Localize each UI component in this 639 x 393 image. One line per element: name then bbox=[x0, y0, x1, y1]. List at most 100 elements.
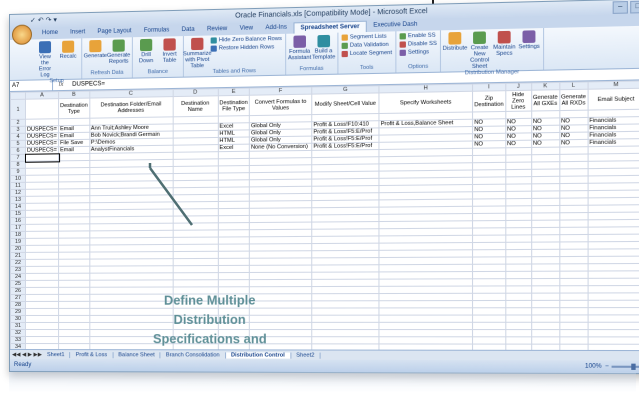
cell[interactable] bbox=[472, 322, 506, 330]
cell[interactable] bbox=[472, 278, 506, 287]
zoom-slider-knob[interactable] bbox=[631, 363, 637, 370]
cell[interactable] bbox=[531, 293, 560, 301]
maintain-specs-button[interactable]: Maintain Specs bbox=[493, 30, 516, 57]
cell[interactable] bbox=[25, 287, 59, 295]
generate-reports-button[interactable]: Generate Reports bbox=[107, 39, 130, 65]
cell[interactable] bbox=[587, 300, 639, 308]
zoom-out-icon[interactable]: − bbox=[605, 364, 609, 370]
cell[interactable] bbox=[472, 300, 506, 308]
sheet-tab-sheet1[interactable]: Sheet1 bbox=[42, 351, 71, 358]
cell[interactable] bbox=[379, 336, 473, 345]
cell[interactable] bbox=[587, 278, 639, 286]
header-cell[interactable]: Hide Zero Lines bbox=[505, 90, 532, 112]
cell[interactable] bbox=[531, 322, 560, 330]
cell[interactable] bbox=[505, 285, 532, 294]
row-header[interactable]: 25 bbox=[10, 280, 26, 288]
header-cell[interactable]: Destination File Type bbox=[217, 95, 250, 117]
cell[interactable] bbox=[559, 292, 588, 301]
cell[interactable] bbox=[531, 285, 560, 294]
tab-add-ins[interactable]: Add-Ins bbox=[259, 22, 293, 34]
header-cell[interactable]: Specify Worksheets bbox=[379, 91, 473, 114]
locate-segment-button[interactable]: Locate Segment bbox=[341, 50, 392, 58]
cell[interactable]: DUSPECS= bbox=[25, 139, 59, 148]
row-header[interactable]: 29 bbox=[10, 308, 26, 316]
cell[interactable] bbox=[559, 285, 588, 294]
cell[interactable] bbox=[559, 263, 588, 272]
minimize-icon[interactable]: – bbox=[612, 0, 628, 14]
cell[interactable] bbox=[531, 336, 560, 345]
cell[interactable] bbox=[472, 264, 506, 272]
header-cell[interactable]: Generate All GXEs bbox=[531, 89, 560, 112]
cell[interactable] bbox=[531, 314, 560, 323]
restore-hidden-rows-button[interactable]: Restore Hidden Rows bbox=[210, 44, 282, 52]
cell[interactable] bbox=[505, 256, 532, 265]
cell[interactable] bbox=[505, 300, 532, 308]
cell[interactable] bbox=[379, 307, 473, 316]
cell[interactable] bbox=[379, 329, 473, 337]
recalc-button[interactable]: Recalc bbox=[58, 40, 78, 60]
cell[interactable] bbox=[311, 315, 380, 323]
row-header[interactable]: 22 bbox=[10, 259, 26, 267]
sheet-tab-sheet2[interactable]: Sheet2 bbox=[291, 352, 321, 359]
cell[interactable] bbox=[531, 329, 560, 337]
tab-review[interactable]: Review bbox=[201, 24, 234, 36]
header-cell[interactable]: Destination Folder/Email Addresses bbox=[89, 96, 173, 119]
cell[interactable] bbox=[587, 314, 639, 323]
cell[interactable] bbox=[505, 322, 532, 330]
cell[interactable] bbox=[58, 294, 90, 302]
create-new-control-sheet-button[interactable]: Create New Control Sheet bbox=[469, 31, 490, 70]
cell[interactable] bbox=[25, 294, 59, 302]
generate-button[interactable]: Generate bbox=[84, 39, 107, 59]
cell[interactable] bbox=[559, 278, 588, 286]
disable-ss-button[interactable]: Disable SS bbox=[399, 41, 437, 48]
tab-view[interactable]: View bbox=[233, 23, 259, 35]
cell[interactable] bbox=[559, 336, 588, 345]
cell[interactable] bbox=[505, 293, 532, 301]
cell[interactable] bbox=[559, 307, 588, 315]
header-cell[interactable] bbox=[25, 98, 59, 120]
cell[interactable] bbox=[58, 287, 90, 295]
cell[interactable] bbox=[311, 307, 380, 316]
cell[interactable] bbox=[472, 271, 506, 279]
cell[interactable] bbox=[311, 329, 380, 337]
sheet-nav-arrows-icon[interactable]: ◀◀ ◀ ▶ ▶▶ bbox=[10, 352, 42, 358]
sheet-tab-balance-sheet[interactable]: Balance Sheet bbox=[113, 351, 161, 358]
cell[interactable] bbox=[58, 315, 90, 323]
cell[interactable] bbox=[559, 322, 588, 330]
cell[interactable] bbox=[472, 315, 506, 323]
cell[interactable] bbox=[559, 314, 588, 323]
hide-zero-balance-rows-button[interactable]: Hide Zero Balance Rows bbox=[210, 36, 282, 44]
row-header[interactable]: 33 bbox=[10, 336, 26, 344]
row-header[interactable]: 28 bbox=[10, 301, 26, 309]
cell[interactable] bbox=[217, 279, 250, 287]
cell[interactable] bbox=[559, 329, 588, 337]
row-header[interactable]: 26 bbox=[10, 287, 26, 295]
cell[interactable] bbox=[25, 329, 59, 337]
row-header[interactable]: 23 bbox=[10, 266, 26, 274]
tab-home[interactable]: Home bbox=[36, 28, 64, 40]
cell[interactable] bbox=[472, 336, 506, 345]
cell[interactable] bbox=[505, 336, 532, 345]
drill-down-button[interactable]: Drill Down bbox=[136, 38, 156, 65]
cell[interactable] bbox=[472, 285, 506, 294]
cell[interactable] bbox=[531, 307, 560, 315]
data-validation-button[interactable]: Data Validation bbox=[341, 42, 392, 49]
cell[interactable] bbox=[559, 256, 588, 264]
cell[interactable] bbox=[311, 300, 380, 309]
cell[interactable] bbox=[379, 300, 473, 308]
cell[interactable] bbox=[559, 300, 588, 308]
row-header[interactable]: 30 bbox=[10, 315, 26, 323]
row-header[interactable]: 24 bbox=[10, 273, 26, 281]
cell[interactable]: DUSPECS= bbox=[25, 125, 59, 134]
sheet-tab-branch-consolidation[interactable]: Branch Consolidation bbox=[160, 351, 226, 358]
header-cell[interactable]: Zip Destination bbox=[472, 90, 506, 112]
enable-ss-button[interactable]: Enable SS bbox=[399, 32, 436, 40]
header-cell[interactable]: Generate All RXDs bbox=[559, 89, 588, 111]
cell[interactable]: DUSPECS= bbox=[25, 146, 59, 155]
cell[interactable] bbox=[505, 314, 532, 323]
cell[interactable] bbox=[379, 322, 473, 330]
cell[interactable] bbox=[587, 285, 639, 293]
cell[interactable] bbox=[58, 336, 90, 344]
cell[interactable] bbox=[587, 336, 639, 345]
cell[interactable] bbox=[531, 256, 560, 265]
